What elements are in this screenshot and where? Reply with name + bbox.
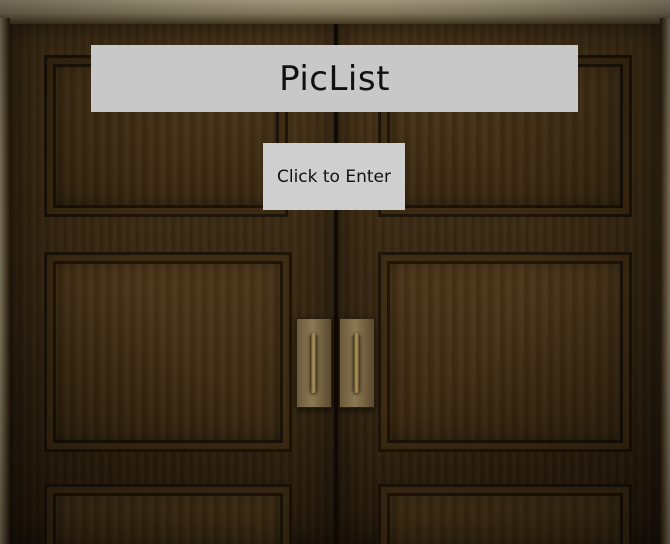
door-frame-right: [660, 18, 670, 544]
splash-screen: PicList Click to Enter: [0, 0, 670, 544]
door-panel-bottom-right: [378, 252, 632, 452]
door-panel-bottom-left: [44, 252, 292, 452]
enter-button[interactable]: Click to Enter: [263, 143, 405, 210]
door-panel-lower-right: [378, 484, 632, 544]
app-title: PicList: [279, 58, 390, 99]
left-door-handle: [296, 318, 332, 408]
right-door-handle: [339, 318, 375, 408]
enter-button-label: Click to Enter: [276, 166, 391, 187]
door-frame-top: [0, 0, 670, 24]
door-panel-lower-left: [44, 484, 292, 544]
left-handle-bar: [310, 333, 317, 393]
right-handle-bar: [353, 333, 360, 393]
door-frame-left: [0, 18, 10, 544]
title-banner: PicList: [91, 45, 578, 112]
